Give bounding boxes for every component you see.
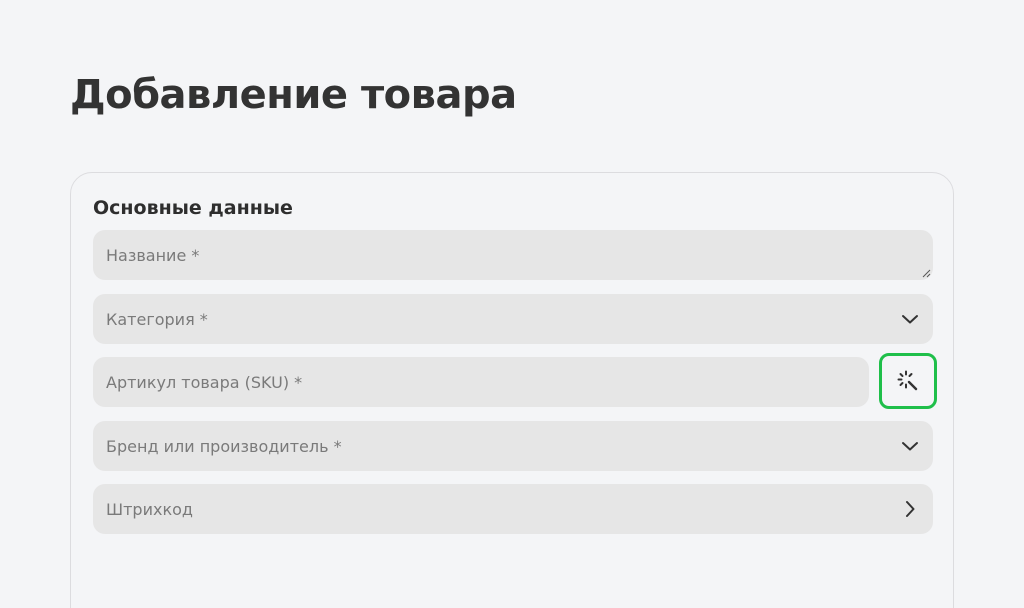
barcode-field-label: Штрихкод xyxy=(106,499,193,519)
chevron-down-icon xyxy=(900,436,920,456)
add-product-page: Добавление товара Основные данные Назван… xyxy=(0,0,1024,608)
sku-input[interactable]: Артикул товара (SKU) * xyxy=(93,357,869,407)
section-title: Основные данные xyxy=(93,197,293,219)
magic-wand-icon xyxy=(897,370,918,391)
chevron-right-icon xyxy=(900,499,920,519)
chevron-down-icon xyxy=(900,309,920,329)
name-field-placeholder: Название * xyxy=(106,246,200,265)
resize-handle-icon[interactable] xyxy=(921,268,931,278)
generate-sku-button[interactable] xyxy=(879,353,937,409)
brand-select[interactable]: Бренд или производитель * xyxy=(93,421,933,471)
category-select-placeholder: Категория * xyxy=(106,309,208,329)
brand-select-placeholder: Бренд или производитель * xyxy=(106,436,342,456)
barcode-field[interactable]: Штрихкод xyxy=(93,484,933,534)
name-field[interactable]: Название * xyxy=(93,230,933,280)
sku-input-placeholder: Артикул товара (SKU) * xyxy=(106,372,303,392)
category-select[interactable]: Категория * xyxy=(93,294,933,344)
basic-data-card: Основные данные Название * Категория * А… xyxy=(70,172,954,608)
page-title: Добавление товара xyxy=(70,72,517,118)
